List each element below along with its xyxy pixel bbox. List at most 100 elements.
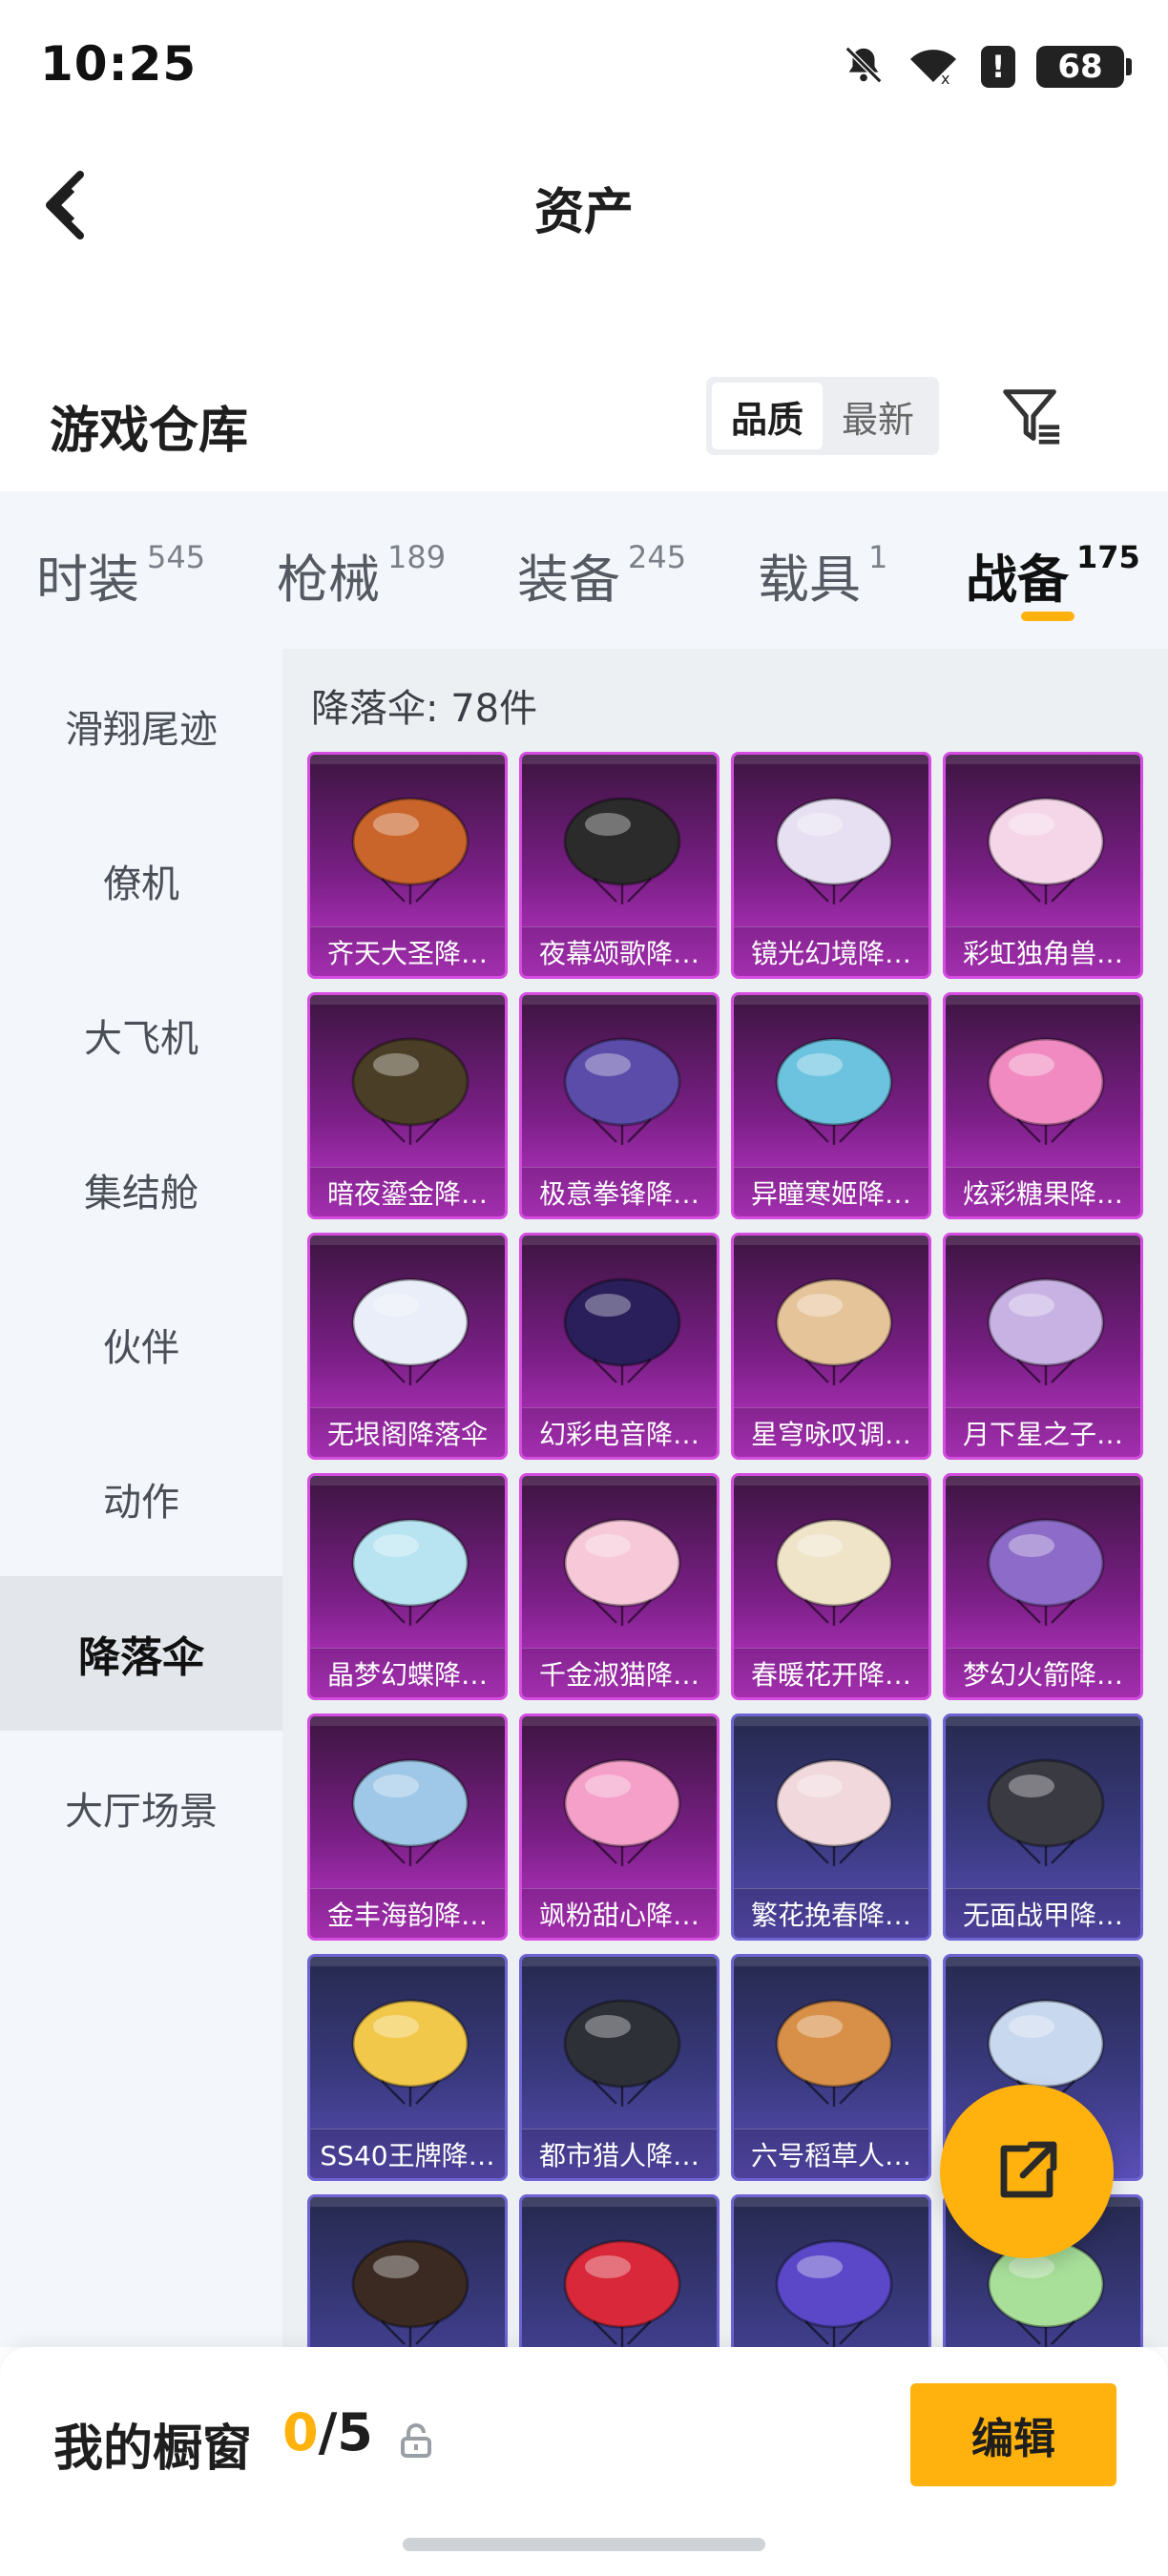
sidebar-item-assembly-pod[interactable]: 集结舱 [0, 1112, 282, 1267]
parachute-card[interactable]: 夜幕颂歌降… [519, 752, 720, 979]
card-highlight [310, 995, 505, 1005]
parachute-card[interactable]: 幻彩电音降… [519, 1233, 720, 1460]
showcase-current: 0 [282, 2402, 319, 2462]
parachute-card[interactable]: 彩虹独角兽… [943, 752, 1143, 979]
parachute-name: 晶梦幻蝶降… [326, 1658, 488, 1691]
sidebar-item-lobby-scene[interactable]: 大厅场景 [0, 1731, 282, 1885]
parachute-card[interactable]: 星穹咏叹调… [731, 1233, 931, 1460]
parachute-icon [987, 1037, 1105, 1145]
parachute-icon [775, 1278, 893, 1385]
parachute-card[interactable]: 晶梦幻蝶降… [307, 1473, 508, 1700]
category-tabs: 时装 545 枪械 189 装备 245 载具 1 战备 175 [0, 491, 1168, 649]
parachute-name: 彩虹独角兽… [962, 937, 1123, 969]
tab-combat-gear[interactable]: 战备 175 [966, 537, 1140, 613]
showcase-count: 0/5 [282, 2402, 373, 2462]
parachute-card[interactable]: 千金淑猫降… [519, 1473, 720, 1700]
parachute-card[interactable] [731, 2194, 931, 2347]
sort-newest-button[interactable]: 最新 [823, 383, 933, 449]
parachute-card[interactable]: 繁花挽春降… [731, 1714, 931, 1941]
card-highlight [946, 1476, 1140, 1485]
tab-fashion[interactable]: 时装 545 [36, 537, 205, 613]
sidebar-item-companion[interactable]: 伙伴 [0, 1267, 282, 1422]
active-tab-indicator [1021, 612, 1074, 621]
card-highlight [946, 1716, 1140, 1726]
parachute-card[interactable]: 飒粉甜心降… [519, 1714, 720, 1941]
parachute-icon [987, 1758, 1105, 1866]
showcase-total: /5 [318, 2402, 373, 2462]
parachute-name: 都市猎人降… [538, 2139, 699, 2171]
tab-vehicles[interactable]: 载具 1 [758, 537, 887, 613]
parachute-icon [987, 797, 1105, 904]
parachute-name: 异瞳寒姬降… [750, 1177, 911, 1210]
parachute-icon [563, 797, 681, 904]
card-highlight [310, 2197, 505, 2207]
page-title: 资产 [533, 184, 634, 241]
sort-toggle: 品质 最新 [706, 377, 939, 455]
tab-equipment[interactable]: 装备 245 [517, 537, 686, 613]
parachute-icon [563, 1758, 681, 1866]
wifi-icon: x [907, 43, 960, 91]
parachute-name: 幻彩电音降… [538, 1418, 699, 1450]
tab-count: 189 [387, 539, 447, 575]
parachute-card[interactable]: 春暖花开降… [731, 1473, 931, 1700]
parachute-icon [563, 2239, 681, 2347]
sidebar-item-glide-trail[interactable]: 滑翔尾迹 [0, 649, 282, 803]
header: 资产 [0, 124, 1168, 286]
parachute-card[interactable]: 异瞳寒姬降… [731, 992, 931, 1219]
parachute-name: 繁花挽春降… [750, 1899, 911, 1931]
card-name-bar: 极意拳锋降… [522, 1167, 717, 1216]
parachute-card[interactable]: 炫彩糖果降… [943, 992, 1143, 1219]
showcase-label: 我的橱窗 [53, 2420, 253, 2478]
card-highlight [734, 755, 928, 764]
parachute-icon [563, 1518, 681, 1626]
parachute-icon [563, 1278, 681, 1385]
card-name-bar: 晶梦幻蝶降… [310, 1648, 505, 1697]
parachute-card[interactable]: 六号稻草人… [731, 1954, 931, 2181]
card-name-bar: 幻彩电音降… [522, 1407, 717, 1457]
parachute-card[interactable] [307, 2194, 508, 2347]
parachute-name: 炫彩糖果降… [962, 1177, 1123, 1210]
parachute-name: 千金淑猫降… [538, 1658, 699, 1691]
parachute-name: 飒粉甜心降… [538, 1899, 699, 1931]
status-icons: x ! 68 [842, 42, 1132, 92]
parachute-card[interactable]: 梦幻火箭降… [943, 1473, 1143, 1700]
sidebar: 滑翔尾迹 僚机 大飞机 集结舱 伙伴 动作 降落伞 大厅场景 [0, 649, 282, 2347]
sidebar-item-emote[interactable]: 动作 [0, 1422, 282, 1576]
parachute-icon [987, 1518, 1105, 1626]
sidebar-item-wingman[interactable]: 僚机 [0, 803, 282, 958]
card-name-bar: 六号稻草人… [734, 2129, 928, 2178]
sort-quality-button[interactable]: 品质 [712, 383, 823, 449]
parachute-card[interactable]: 齐天大圣降… [307, 752, 508, 979]
parachute-card[interactable]: 月下星之子… [943, 1233, 1143, 1460]
tab-firearms[interactable]: 枪械 189 [277, 537, 446, 613]
card-highlight [310, 1957, 505, 1966]
edit-button[interactable]: 编辑 [910, 2383, 1116, 2486]
card-name-bar: 无面战甲降… [946, 1888, 1140, 1938]
parachute-card[interactable]: SS40王牌降… [307, 1954, 508, 2181]
alert-icon: ! [981, 46, 1015, 88]
card-name-bar: 金丰海韵降… [310, 1888, 505, 1938]
filter-button[interactable] [998, 383, 1065, 449]
parachute-card[interactable]: 金丰海韵降… [307, 1714, 508, 1941]
parachute-icon [563, 1999, 681, 2107]
parachute-card[interactable] [519, 2194, 720, 2347]
parachute-card[interactable]: 都市猎人降… [519, 1954, 720, 2181]
parachute-name: 极意拳锋降… [538, 1177, 699, 1210]
parachute-card[interactable]: 无面战甲降… [943, 1714, 1143, 1941]
sidebar-item-big-plane[interactable]: 大飞机 [0, 958, 282, 1112]
parachute-card[interactable]: 极意拳锋降… [519, 992, 720, 1219]
parachute-card[interactable]: 无垠阁降落伞 [307, 1233, 508, 1460]
card-highlight [946, 1957, 1140, 1966]
svg-text:x: x [941, 70, 949, 87]
card-highlight [946, 1236, 1140, 1245]
card-highlight [522, 1236, 717, 1245]
sidebar-item-parachute[interactable]: 降落伞 [0, 1576, 282, 1731]
filter-icon [1003, 389, 1060, 445]
parachute-card[interactable]: 暗夜鎏金降… [307, 992, 508, 1219]
card-name-bar: 齐天大圣降… [310, 926, 505, 976]
tab-label: 战备 [966, 550, 1069, 610]
share-button[interactable] [940, 2085, 1114, 2258]
card-name-bar: 彩虹独角兽… [946, 926, 1140, 976]
card-name-bar: 繁花挽春降… [734, 1888, 928, 1938]
parachute-card[interactable]: 镜光幻境降… [731, 752, 931, 979]
